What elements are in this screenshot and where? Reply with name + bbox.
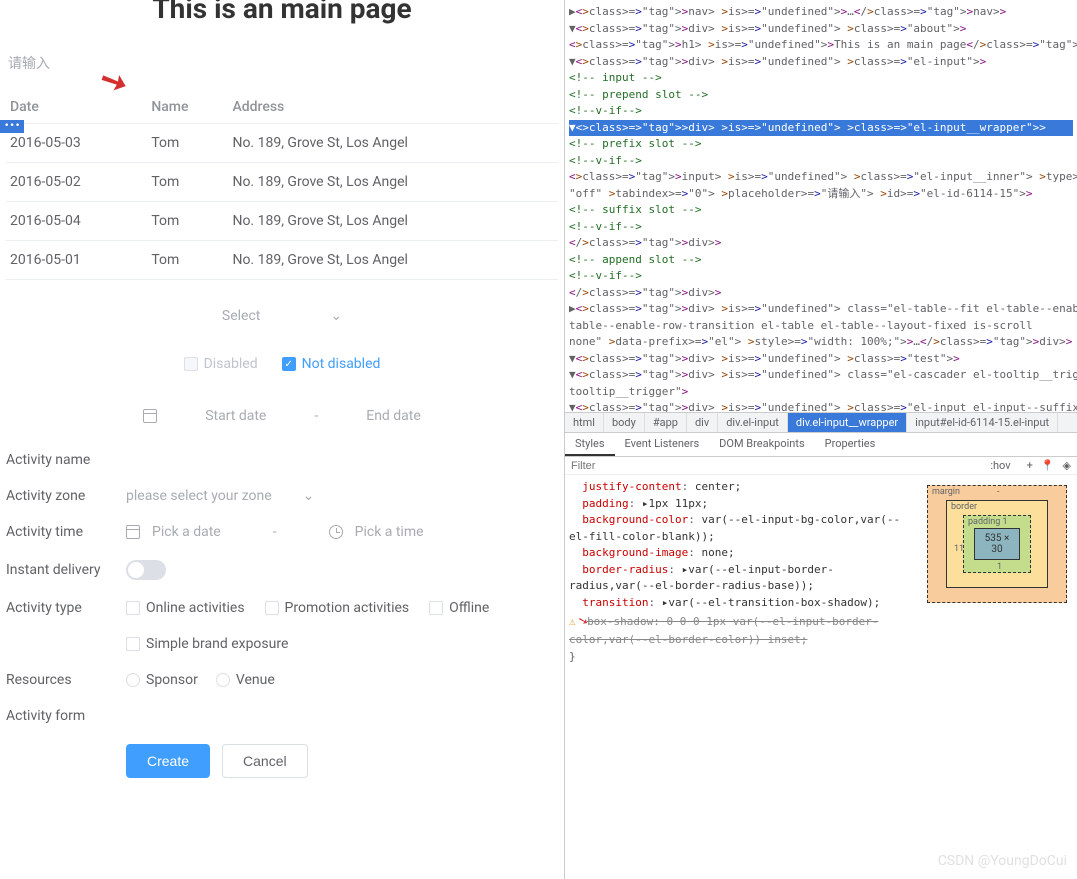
date-picker[interactable]: Pick a date bbox=[152, 524, 221, 540]
tab[interactable]: Styles bbox=[565, 433, 615, 456]
crumb[interactable]: div bbox=[687, 413, 718, 432]
crumb[interactable]: #app bbox=[645, 413, 687, 432]
hov-toggle[interactable]: :hov bbox=[990, 459, 1010, 472]
styles-tabs[interactable]: StylesEvent ListenersDOM BreakpointsProp… bbox=[565, 433, 1077, 457]
start-date-input[interactable]: Start date bbox=[205, 408, 266, 424]
col-date: Date bbox=[6, 91, 147, 124]
checkbox-online[interactable]: Online activities bbox=[126, 600, 245, 616]
breadcrumb[interactable]: htmlbody#appdivdiv.el-inputdiv.el-input_… bbox=[565, 412, 1077, 433]
time-picker[interactable]: Pick a time bbox=[355, 524, 424, 540]
create-button[interactable]: Create bbox=[126, 744, 210, 778]
main-input[interactable]: 请输入 bbox=[8, 53, 558, 73]
label-activity-time: Activity time bbox=[6, 524, 126, 540]
more-icon[interactable]: ◈ bbox=[1063, 459, 1071, 472]
zone-select[interactable]: please select your zone bbox=[126, 488, 272, 504]
filter-input[interactable] bbox=[571, 460, 982, 472]
tab[interactable]: Properties bbox=[815, 433, 886, 456]
tab[interactable]: Event Listeners bbox=[615, 433, 710, 456]
radio-venue[interactable]: Venue bbox=[216, 672, 275, 688]
watermark: CSDN @YoungDoCui bbox=[938, 853, 1067, 869]
new-rule-icon[interactable]: + bbox=[1027, 459, 1033, 472]
table-row[interactable]: 2016-05-01TomNo. 189, Grove St, Los Ange… bbox=[6, 241, 558, 280]
radio-sponsor[interactable]: Sponsor bbox=[126, 672, 198, 688]
table-row[interactable]: 2016-05-02TomNo. 189, Grove St, Los Ange… bbox=[6, 163, 558, 202]
checkbox-offline[interactable]: Offline bbox=[429, 600, 489, 616]
page-title: This is an main page bbox=[6, 0, 558, 25]
tab[interactable]: DOM Breakpoints bbox=[709, 433, 814, 456]
chevron-down-icon[interactable]: ⌄ bbox=[303, 488, 315, 504]
pin-icon[interactable]: 📍 bbox=[1041, 459, 1055, 472]
crumb[interactable]: div.el-input bbox=[718, 413, 788, 432]
data-table: Date Name Address 2016-05-03TomNo. 189, … bbox=[6, 91, 558, 280]
box-model: margin- border padding 1 11 535 × 30 1 bbox=[917, 475, 1077, 879]
clock-icon[interactable] bbox=[329, 525, 343, 539]
end-date-input[interactable]: End date bbox=[366, 408, 421, 424]
label-activity-zone: Activity zone bbox=[6, 488, 126, 504]
calendar-icon[interactable] bbox=[126, 525, 140, 539]
select-input[interactable]: Select bbox=[222, 308, 260, 324]
table-row[interactable]: 2016-05-04TomNo. 189, Grove St, Los Ange… bbox=[6, 202, 558, 241]
delivery-switch[interactable] bbox=[126, 560, 166, 580]
date-separator: - bbox=[314, 408, 318, 424]
checkbox-not-disabled[interactable]: ✓Not disabled bbox=[282, 356, 381, 372]
crumb[interactable]: input#el-id-6114-15.el-input bbox=[907, 413, 1058, 432]
label-resources: Resources bbox=[6, 672, 126, 688]
dom-tree[interactable]: ▶<>class>=>"tag">>nav> >is>=>"undefined"… bbox=[565, 0, 1077, 412]
calendar-icon[interactable] bbox=[143, 409, 157, 423]
table-row[interactable]: 2016-05-03TomNo. 189, Grove St, Los Ange… bbox=[6, 124, 558, 163]
label-activity-form: Activity form bbox=[6, 708, 126, 724]
label-activity-type: Activity type bbox=[6, 600, 126, 616]
crumb[interactable]: html bbox=[565, 413, 604, 432]
checkbox-brand[interactable]: Simple brand exposure bbox=[126, 636, 288, 652]
cancel-button[interactable]: Cancel bbox=[222, 744, 308, 778]
checkbox-disabled: Disabled bbox=[184, 356, 258, 372]
col-name: Name bbox=[147, 91, 228, 124]
crumb[interactable]: body bbox=[604, 413, 645, 432]
checkbox-promo[interactable]: Promotion activities bbox=[265, 600, 410, 616]
check-icon: ✓ bbox=[282, 357, 296, 371]
col-address: Address bbox=[228, 91, 558, 124]
crumb[interactable]: div.el-input__wrapper bbox=[788, 413, 907, 432]
label-activity-name: Activity name bbox=[6, 452, 126, 468]
css-rules[interactable]: justify-content: center; padding: ▸1px 1… bbox=[565, 475, 917, 879]
label-instant-delivery: Instant delivery bbox=[6, 562, 126, 578]
chevron-down-icon[interactable]: ⌄ bbox=[330, 308, 342, 324]
